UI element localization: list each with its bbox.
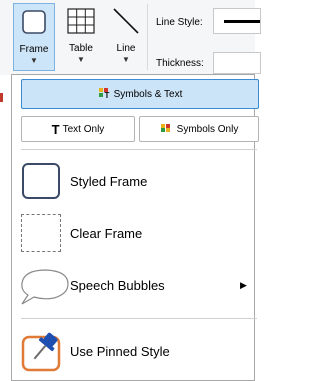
menu-separator (21, 318, 257, 319)
ribbon-toolbar: Frame ▼ Table ▼ Line ▼ Line Style: Thick (0, 0, 261, 75)
table-button[interactable]: Table ▼ (60, 3, 102, 71)
thickness-input[interactable] (213, 52, 261, 74)
line-style-label: Line Style: (156, 17, 203, 28)
speech-bubble-icon (18, 265, 69, 305)
use-pinned-style-item[interactable]: Use Pinned Style (12, 325, 254, 377)
line-style-preview (224, 20, 260, 23)
clear-frame-label: Clear Frame (70, 225, 143, 241)
text-only-button[interactable]: T Text Only (21, 116, 135, 142)
menu-separator (21, 149, 257, 150)
chevron-down-icon: ▼ (122, 55, 130, 64)
text-t-icon: T (51, 121, 60, 137)
symbols-only-button[interactable]: Symbols Only (139, 116, 259, 142)
symbols-only-label: Symbols Only (176, 123, 239, 135)
background-edge-mark (0, 93, 3, 102)
chevron-down-icon: ▼ (77, 55, 85, 64)
pin-icon (20, 331, 62, 372)
ribbon-divider (147, 4, 148, 70)
frame-button[interactable]: Frame ▼ (13, 3, 55, 71)
svg-text:T: T (104, 91, 109, 99)
clear-frame-item[interactable]: Clear Frame (12, 207, 254, 259)
line-style-dropdown[interactable] (213, 8, 261, 34)
chevron-right-icon: ▶ (240, 279, 247, 290)
clear-frame-icon (20, 213, 62, 253)
thickness-label: Thickness: (156, 58, 204, 69)
styled-frame-icon (20, 161, 62, 201)
line-button[interactable]: Line ▼ (106, 3, 146, 71)
styled-frame-label: Styled Frame (70, 173, 148, 189)
symbols-text-label: Symbols & Text (113, 88, 183, 100)
frame-label: Frame (19, 44, 49, 55)
chevron-down-icon: ▼ (30, 56, 38, 65)
use-pinned-style-label: Use Pinned Style (70, 343, 170, 359)
symbols-text-icon: T (98, 87, 112, 102)
styled-frame-item[interactable]: Styled Frame (12, 155, 254, 207)
speech-bubbles-item[interactable]: Speech Bubbles ▶ (12, 259, 254, 311)
symbols-text-button[interactable]: T Symbols & Text (21, 79, 259, 109)
symbols-icon (160, 123, 174, 136)
frame-icon (20, 4, 48, 40)
speech-bubbles-label: Speech Bubbles (70, 277, 165, 293)
table-icon (66, 3, 96, 39)
line-icon (111, 3, 141, 39)
table-label: Table (69, 43, 93, 54)
line-label: Line (116, 43, 136, 54)
frame-dropdown-menu: T Symbols & Text T Text Only Symbols Onl… (11, 74, 259, 381)
text-only-label: Text Only (62, 123, 105, 135)
